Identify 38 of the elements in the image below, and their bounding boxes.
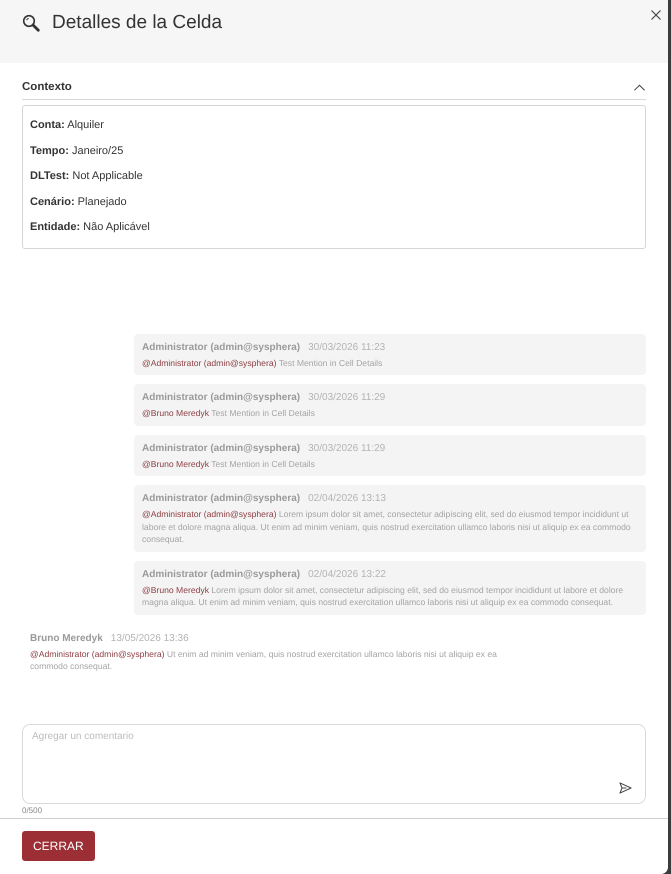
send-icon xyxy=(619,782,632,794)
comment-date: 02/04/2026 13:22 xyxy=(308,568,386,582)
comment-author: Administrator (admin@sysphera) xyxy=(142,442,300,456)
search-icon xyxy=(22,14,40,32)
comment-author: Administrator (admin@sysphera) xyxy=(142,568,300,582)
comment-author: Administrator (admin@sysphera) xyxy=(142,340,300,354)
comment-date: 13/05/2026 13:36 xyxy=(110,632,189,646)
comment-date: 30/03/2026 11:23 xyxy=(308,340,386,354)
comment-text: @Bruno Meredyk Test Mention in Cell Details xyxy=(142,458,316,470)
user-mention[interactable]: @Bruno Meredyk xyxy=(142,458,209,468)
character-counter: 0/500 xyxy=(22,806,44,816)
user-mention[interactable]: @Administrator (admin@sysphera) xyxy=(142,509,276,519)
user-mention[interactable]: @Administrator (admin@sysphera) xyxy=(30,648,164,658)
user-mention[interactable]: @Bruno Meredyk xyxy=(142,408,209,418)
comment-field[interactable]: Agregar un comentario xyxy=(22,724,646,804)
user-mention[interactable]: @Administrator (admin@sysphera) xyxy=(142,358,276,368)
comment-date: 02/04/2026 13:13 xyxy=(308,492,386,506)
comment-author: Administrator (admin@sysphera) xyxy=(142,391,300,405)
comment-text: @Bruno Meredyk Test Mention in Cell Details xyxy=(142,407,316,420)
comment-text: @Administrator (admin@sysphera) Test Mention in Cell Details xyxy=(142,356,384,369)
user-mention[interactable]: @Bruno Meredyk xyxy=(142,584,209,594)
section-title: Contexto xyxy=(22,81,72,93)
dialog-title: Detalles de la Celda xyxy=(52,12,222,34)
close-icon xyxy=(651,10,661,20)
close-dialog-button[interactable]: CERRAR xyxy=(22,831,95,861)
comment-date: 30/03/2026 11:29 xyxy=(308,442,386,456)
chevron-up-icon[interactable] xyxy=(634,84,645,90)
context-field: Conta: Alquiler xyxy=(30,113,638,138)
comment-text: @Administrator (admin@sysphera) Lorem ipsum dolor sit amet, consectetur adipiscing elit, sed do eiusmod tempor incididunt ut labore et dolore magna aliqua. Ut enim ad minim veniam, quis nostrud exercitation ullamco laboris nisi ut aliquip ex ea commodo consequat. xyxy=(142,508,632,546)
comment-text: @Administrator (admin@sysphera) Ut enim ad minim veniam, quis nostrud exercitation ullamco laboris nisi ut aliquip ex ea commodo consequat. xyxy=(30,648,498,672)
comment-text: @Bruno Meredyk Lorem ipsum dolor sit amet, consectetur adipiscing elit, sed do eiusmod tempor incididunt ut labore et dolore magna aliqua. Ut enim ad minim veniam, quis nostrud exercitation ullamco laboris nisi ut aliquip ex ea commodo consequat. xyxy=(142,584,624,608)
context-field: DLTest: Not Applicable xyxy=(30,164,638,190)
comment-author: Bruno Meredyk xyxy=(30,632,103,646)
context-field: Entidade: Não Aplicável xyxy=(30,215,638,240)
context-field: Cenário: Planejado xyxy=(30,190,638,215)
context-field: Tempo: Janeiro/25 xyxy=(30,138,638,164)
comment-author: Administrator (admin@sysphera) xyxy=(142,492,300,506)
comment-date: 30/03/2026 11:29 xyxy=(308,391,386,405)
